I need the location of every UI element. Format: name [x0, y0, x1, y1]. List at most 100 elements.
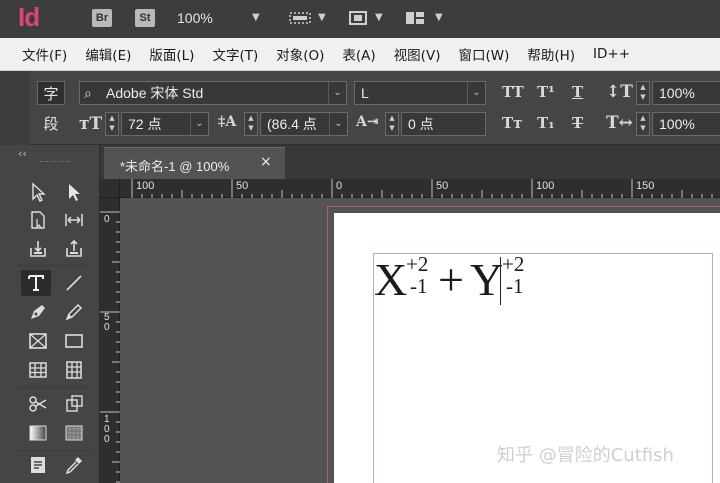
vertical-scale-stepper[interactable]: ▲ ▼: [636, 81, 650, 105]
type-tool-icon[interactable]: [21, 270, 51, 296]
control-panel-grip[interactable]: [0, 71, 30, 145]
font-style-field[interactable]: L ⌄: [354, 81, 486, 105]
grid-tool-icon[interactable]: [61, 358, 87, 382]
menu-edit[interactable]: 编辑(E): [85, 44, 131, 64]
content-collector-tool-icon[interactable]: [25, 237, 51, 261]
tools-divider: [18, 450, 90, 451]
bleed-guide: [327, 206, 328, 483]
font-size-field[interactable]: 72 点 ⌄: [121, 112, 209, 136]
subscript-button[interactable]: T₁: [537, 114, 555, 132]
menu-layout[interactable]: 版面(L): [149, 44, 194, 64]
tracking-stepper[interactable]: ▲ ▼: [385, 112, 399, 136]
ruler-origin[interactable]: [100, 179, 120, 198]
pencil-tool-icon[interactable]: [61, 300, 87, 324]
menu-table[interactable]: 表(A): [342, 44, 375, 64]
superscript-button[interactable]: T¹: [537, 83, 555, 101]
font-family-field[interactable]: ⌕ Adobe 宋体 Std ⌄: [79, 81, 347, 105]
ruler-label: 50: [236, 180, 249, 192]
tracking-field[interactable]: 0 点: [401, 112, 486, 136]
rectangle-frame-tool-icon[interactable]: [25, 329, 51, 353]
line-tool-icon[interactable]: [61, 271, 87, 295]
character-mode-tab[interactable]: 字: [37, 81, 65, 105]
document-tab-title: *未命名-1 @ 100%: [120, 159, 230, 174]
document-tab[interactable]: *未命名-1 @ 100% ×: [104, 147, 285, 179]
menu-type[interactable]: 文字(T): [212, 44, 258, 64]
rectangle-tool-icon[interactable]: [61, 329, 87, 353]
stock-button[interactable]: St: [135, 9, 155, 27]
underline-button[interactable]: T: [572, 83, 583, 101]
free-transform-tool-icon[interactable]: [61, 392, 87, 416]
leading-icon: ‡A: [218, 114, 237, 130]
menu-idplus[interactable]: ID++: [593, 46, 630, 62]
ruler-label: 1 0 0: [104, 414, 110, 445]
menu-help[interactable]: 帮助(H): [527, 44, 575, 64]
application-bar: Id Br St 100% ▼ ▼ ▼ ▼: [0, 0, 720, 38]
ruler-label: 0: [104, 214, 110, 225]
menu-window[interactable]: 窗口(W): [458, 44, 509, 64]
arrange-documents-icon[interactable]: [404, 10, 426, 26]
font-search-icon: ⌕: [84, 85, 92, 101]
collapse-panel-icon[interactable]: ‹‹: [18, 147, 27, 160]
page-tool-icon[interactable]: [25, 208, 51, 232]
screen-mode-icon[interactable]: [347, 10, 369, 26]
menu-object[interactable]: 对象(O): [276, 44, 324, 64]
font-size-stepper[interactable]: ▲ ▼: [105, 112, 119, 136]
leading-stepper[interactable]: ▲ ▼: [244, 112, 258, 136]
screen-mode-dropdown-icon[interactable]: ▼: [375, 12, 383, 23]
tracking-icon: A⇥: [356, 114, 379, 130]
horizontal-scale-field[interactable]: 100%: [652, 112, 720, 136]
menu-bar: 文件(F) 编辑(E) 版面(L) 文字(T) 对象(O) 表(A) 视图(V)…: [0, 38, 720, 71]
close-tab-icon[interactable]: ×: [260, 154, 272, 170]
formula-base-x: X: [374, 254, 408, 305]
zoom-dropdown-icon[interactable]: ▼: [252, 12, 260, 23]
ruler-label: 100: [136, 180, 155, 192]
formula-subscript: -1: [410, 274, 428, 298]
tools-panel-grip[interactable]: [40, 161, 70, 164]
content-placer-tool-icon[interactable]: [61, 237, 87, 261]
font-style-dropdown-icon[interactable]: ⌄: [467, 82, 485, 104]
view-options-dropdown-icon[interactable]: ▼: [318, 12, 326, 23]
bridge-button[interactable]: Br: [92, 9, 112, 27]
pen-tool-icon[interactable]: [25, 300, 51, 324]
tools-divider: [18, 265, 90, 266]
text-cursor: [500, 257, 501, 305]
vertical-scale-icon: ↕T: [606, 82, 633, 102]
margin-guide: [712, 253, 713, 483]
formula-operator: +: [438, 254, 464, 305]
paragraph-mode-tab[interactable]: 段: [37, 112, 65, 136]
note-tool-icon[interactable]: [25, 453, 51, 477]
horizontal-ruler-ticks: [131, 179, 713, 198]
font-size-dropdown-icon[interactable]: ⌄: [190, 113, 208, 135]
direct-selection-tool-icon[interactable]: [25, 180, 51, 204]
leading-field[interactable]: (86.4 点 ⌄: [260, 112, 348, 136]
vertical-ruler[interactable]: 0 5 0 1 0 0: [100, 198, 120, 483]
horizontal-scale-stepper[interactable]: ▲ ▼: [636, 112, 650, 136]
font-size-icon: ᴛT: [79, 114, 103, 134]
scissors-tool-icon[interactable]: [25, 392, 51, 416]
table-tool-icon[interactable]: [25, 358, 51, 382]
eyedropper-tool-icon[interactable]: [61, 453, 87, 477]
formula-subscript: -1: [506, 274, 524, 298]
font-size-value: 72 点: [128, 116, 162, 132]
small-caps-button[interactable]: Tᴛ: [502, 114, 522, 132]
strikethrough-button[interactable]: T: [572, 114, 583, 132]
bleed-guide: [327, 206, 720, 207]
gap-tool-icon[interactable]: [61, 208, 87, 232]
zoom-level[interactable]: 100%: [177, 10, 213, 26]
gradient-swatch-tool-icon[interactable]: [25, 421, 51, 445]
indesign-logo: Id: [18, 2, 40, 32]
horizontal-ruler[interactable]: 100 50 0 50 100 150: [120, 179, 720, 198]
menu-view[interactable]: 视图(V): [394, 44, 441, 64]
all-caps-button[interactable]: TT: [502, 83, 524, 101]
menu-file[interactable]: 文件(F): [22, 44, 67, 64]
selection-tool-icon[interactable]: [61, 180, 87, 204]
formula-base-y: Y: [470, 254, 504, 305]
ruler-label: 100: [536, 180, 555, 192]
gradient-feather-tool-icon[interactable]: [61, 421, 87, 445]
font-family-dropdown-icon[interactable]: ⌄: [328, 82, 346, 104]
ruler-label: 5 0: [104, 312, 110, 333]
leading-dropdown-icon[interactable]: ⌄: [329, 113, 347, 135]
vertical-scale-field[interactable]: 100%: [652, 81, 720, 105]
view-options-icon[interactable]: [289, 10, 311, 26]
arrange-documents-dropdown-icon[interactable]: ▼: [435, 12, 443, 23]
